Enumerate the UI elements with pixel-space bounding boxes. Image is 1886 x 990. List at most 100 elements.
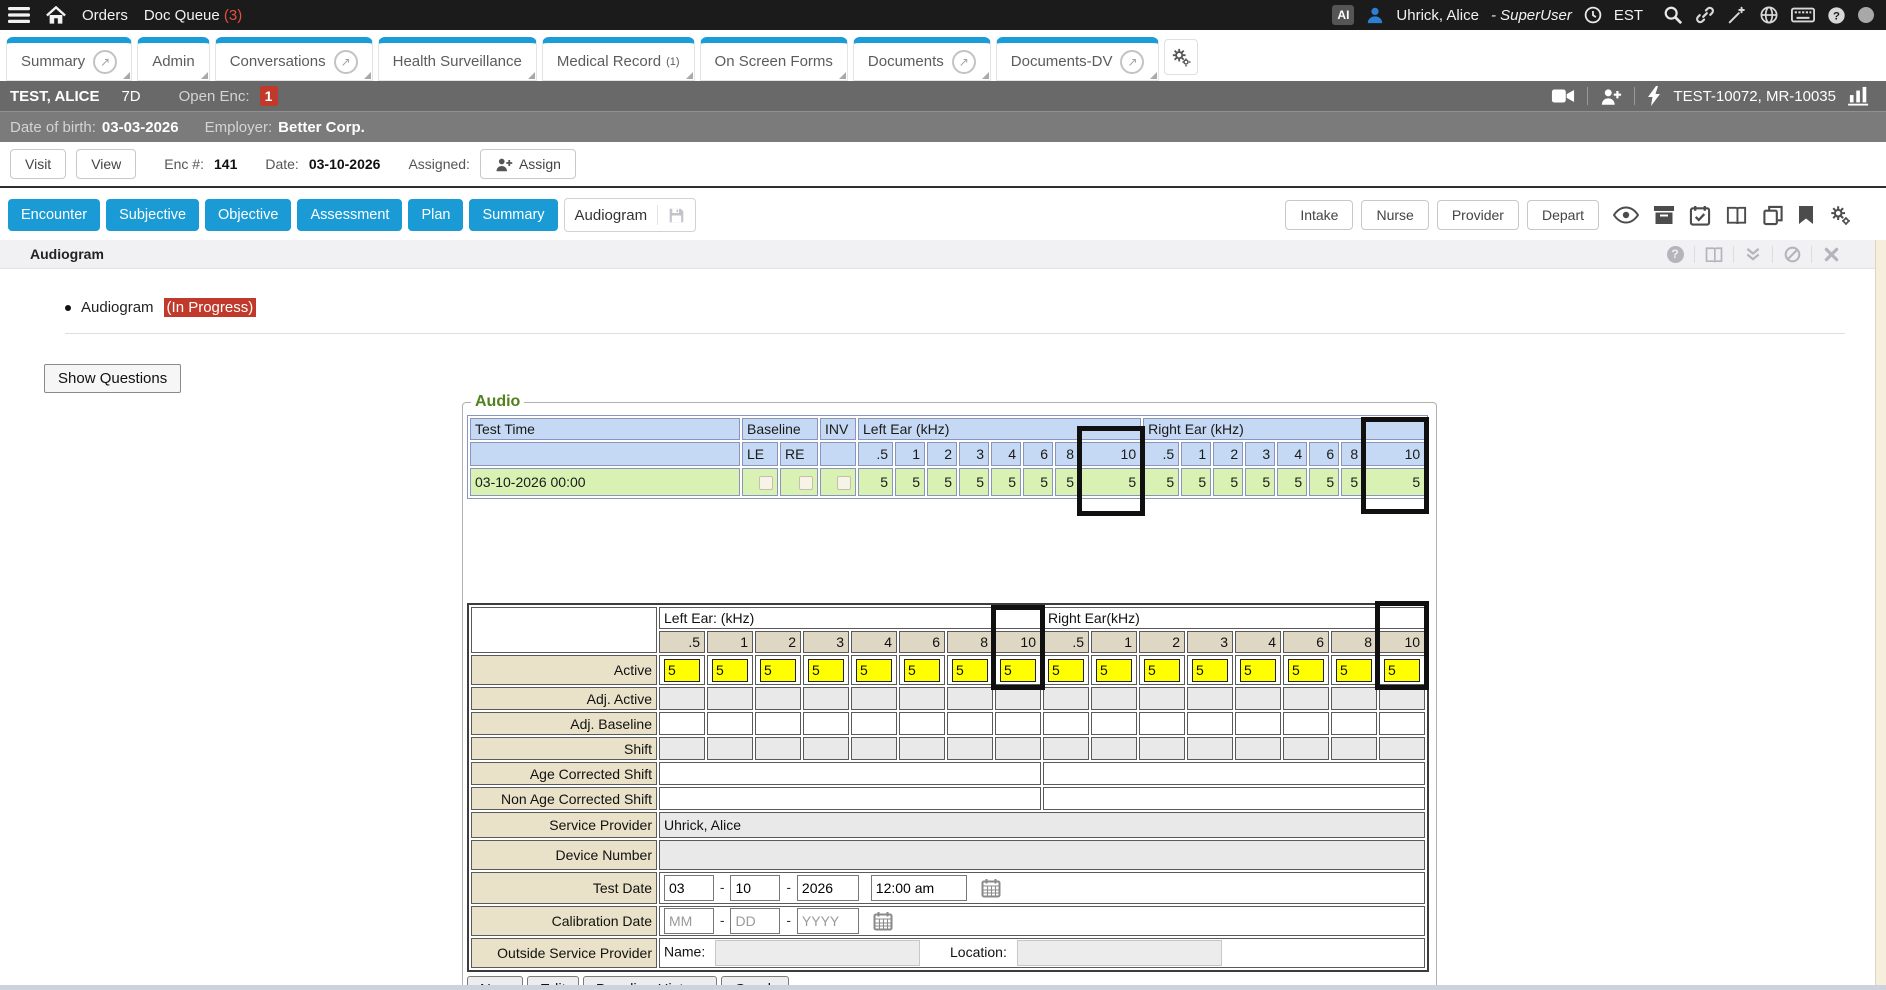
- grid-cell-empty[interactable]: [1187, 712, 1233, 735]
- grid-cell[interactable]: 2: [1213, 442, 1243, 466]
- grid-cell[interactable]: 4: [851, 631, 897, 653]
- grid-cell-empty[interactable]: [1235, 712, 1281, 735]
- tab-on-screen-forms[interactable]: On Screen Forms: [700, 37, 848, 81]
- grid-cell-empty[interactable]: [1331, 712, 1377, 735]
- grid-cell[interactable]: 6: [1309, 442, 1339, 466]
- grid-cell[interactable]: 5: [1235, 655, 1281, 685]
- globe-icon[interactable]: [1759, 5, 1779, 25]
- grid-cell[interactable]: 5: [1309, 468, 1339, 496]
- grid-cell-empty[interactable]: [707, 712, 753, 735]
- grid-cell-empty[interactable]: [851, 737, 897, 760]
- grid-cell[interactable]: 5: [803, 655, 849, 685]
- archive-icon[interactable]: [1653, 205, 1675, 225]
- section-help-icon[interactable]: ?: [1656, 246, 1694, 263]
- grid-cell-empty[interactable]: [755, 737, 801, 760]
- history-data-row[interactable]: 03-10-2026 00:00 5555555555555555: [470, 468, 1425, 496]
- grid-cell[interactable]: 5: [707, 655, 753, 685]
- grid-cell-empty[interactable]: [947, 737, 993, 760]
- grid-cell-empty[interactable]: [1283, 737, 1329, 760]
- grid-cell[interactable]: 8: [947, 631, 993, 653]
- patient-name[interactable]: TEST, ALICE: [10, 88, 99, 105]
- grid-cell[interactable]: 4: [1235, 631, 1281, 653]
- outside-name-input[interactable]: [715, 940, 920, 966]
- grid-cell-empty[interactable]: [707, 687, 753, 710]
- grid-cell[interactable]: 5: [1365, 468, 1425, 496]
- ai-badge[interactable]: AI: [1332, 5, 1354, 25]
- grid-cell-empty[interactable]: [899, 687, 945, 710]
- grid-cell-empty[interactable]: [899, 737, 945, 760]
- grid-cell[interactable]: 5: [1181, 468, 1211, 496]
- grid-cell[interactable]: 5: [1091, 655, 1137, 685]
- section-close-icon[interactable]: [1811, 246, 1850, 263]
- popout-icon[interactable]: ↗: [93, 50, 117, 74]
- grid-cell-empty[interactable]: [755, 687, 801, 710]
- camera-icon[interactable]: [1551, 87, 1575, 105]
- assign-button[interactable]: Assign: [480, 149, 576, 179]
- grid-cell[interactable]: .5: [858, 442, 893, 466]
- section-block-icon[interactable]: [1772, 246, 1811, 263]
- calendar-icon[interactable]: [873, 911, 893, 931]
- grid-cell[interactable]: 5: [755, 655, 801, 685]
- inv-checkbox-cell[interactable]: [820, 468, 856, 496]
- grid-cell-empty[interactable]: [851, 712, 897, 735]
- grid-cell[interactable]: 5: [1043, 655, 1089, 685]
- tab-admin[interactable]: Admin: [137, 37, 210, 81]
- grid-cell[interactable]: 10: [1081, 442, 1141, 466]
- grid-cell[interactable]: 5: [1187, 655, 1233, 685]
- person-add-icon[interactable]: [1600, 87, 1622, 106]
- calendar-icon[interactable]: [981, 878, 1001, 898]
- device-number-value[interactable]: [659, 840, 1425, 870]
- link-icon[interactable]: [1695, 5, 1715, 25]
- soap-encounter-button[interactable]: Encounter: [8, 199, 100, 231]
- grid-cell[interactable]: 8: [1341, 442, 1363, 466]
- depart-button[interactable]: Depart: [1527, 200, 1599, 230]
- tab-summary[interactable]: Summary ↗: [6, 37, 132, 81]
- view-button[interactable]: View: [76, 149, 136, 179]
- grid-cell[interactable]: 5: [995, 655, 1041, 685]
- grid-cell-empty[interactable]: [659, 712, 705, 735]
- soap-plan-button[interactable]: Plan: [408, 199, 463, 231]
- grid-cell-empty[interactable]: [899, 712, 945, 735]
- gears-icon[interactable]: [1828, 204, 1852, 226]
- checkbox-icon[interactable]: [837, 476, 851, 490]
- grid-cell[interactable]: 5: [991, 468, 1021, 496]
- right-panel-strip[interactable]: [1875, 240, 1886, 990]
- history-test-time[interactable]: 03-10-2026 00:00: [470, 468, 740, 496]
- grid-cell[interactable]: 5: [851, 655, 897, 685]
- grid-cell[interactable]: 2: [1139, 631, 1185, 653]
- grid-cell[interactable]: 5: [1023, 468, 1053, 496]
- home-icon[interactable]: [46, 6, 66, 25]
- note-item-link[interactable]: Audiogram: [81, 299, 154, 316]
- logged-in-user[interactable]: Uhrick, Alice: [1396, 7, 1479, 24]
- grid-cell[interactable]: 1: [1091, 631, 1137, 653]
- grid-cell[interactable]: 5: [858, 468, 893, 496]
- calibration-year-input[interactable]: [797, 908, 859, 934]
- grid-cell[interactable]: 8: [1331, 631, 1377, 653]
- grid-cell-empty[interactable]: [1043, 712, 1089, 735]
- checkbox-icon[interactable]: [799, 476, 813, 490]
- grid-cell[interactable]: 1: [1181, 442, 1211, 466]
- keyboard-icon[interactable]: [1791, 6, 1815, 24]
- menu-orders[interactable]: Orders: [82, 7, 128, 24]
- baseline-re-checkbox-cell[interactable]: [780, 468, 818, 496]
- tab-documents[interactable]: Documents ↗: [853, 37, 991, 81]
- grid-cell[interactable]: .5: [659, 631, 705, 653]
- horizontal-scrollbar[interactable]: [0, 985, 1886, 990]
- grid-cell[interactable]: 5: [959, 468, 989, 496]
- popout-icon[interactable]: ↗: [952, 50, 976, 74]
- grid-cell-empty[interactable]: [1043, 737, 1089, 760]
- test-date-year-input[interactable]: [797, 875, 859, 901]
- grid-cell-empty[interactable]: [707, 737, 753, 760]
- tab-settings-gears-icon[interactable]: [1164, 39, 1198, 75]
- grid-cell[interactable]: 6: [1283, 631, 1329, 653]
- show-questions-button[interactable]: Show Questions: [44, 364, 181, 393]
- grid-cell-empty[interactable]: [1043, 687, 1089, 710]
- grid-cell[interactable]: 5: [1331, 655, 1377, 685]
- grid-cell[interactable]: 5: [947, 655, 993, 685]
- copy-icon[interactable]: [1762, 205, 1784, 226]
- grid-cell[interactable]: 3: [959, 442, 989, 466]
- grid-cell-empty[interactable]: [803, 737, 849, 760]
- grid-cell[interactable]: 2: [927, 442, 957, 466]
- grid-cell-empty[interactable]: [1331, 687, 1377, 710]
- grid-cell[interactable]: 5: [1139, 655, 1185, 685]
